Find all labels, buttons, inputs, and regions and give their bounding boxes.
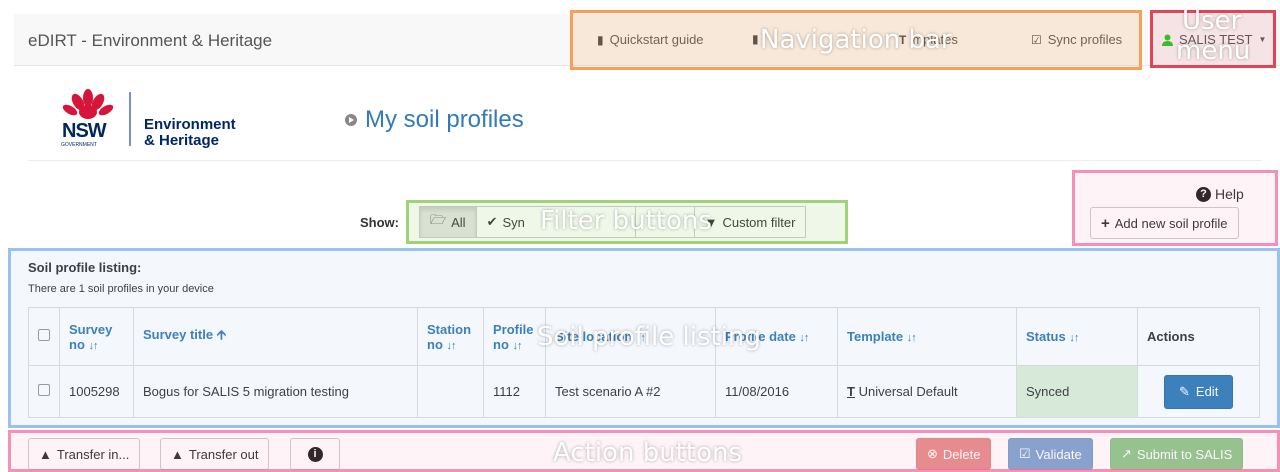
listing-subtitle: There are 1 soil profiles in your device — [28, 283, 214, 295]
question-circle-icon: ? — [1196, 186, 1211, 202]
table-row: 1005298 Bogus for SALIS 5 migration test… — [28, 365, 1260, 418]
submit-label: Submit to SALIS — [1136, 446, 1233, 462]
filter-all-button[interactable]: 🗁 All — [419, 206, 477, 238]
sort-asc-icon: 🡩 — [216, 326, 227, 342]
help-link[interactable]: ? Help — [1196, 186, 1244, 202]
cell-profile-no: 1112 — [483, 365, 546, 418]
add-soil-profile-label: Add new soil profile — [1114, 215, 1228, 231]
info-icon: i — [307, 446, 323, 462]
external-link-icon: ↗ — [1121, 446, 1132, 461]
transfer-out-label: Transfer out — [188, 446, 259, 462]
cell-site-location: Test scenario A #2 — [545, 365, 716, 418]
filter-custom-label: Custom filter — [722, 214, 796, 230]
nav-sync-label: Sync profiles — [1047, 32, 1123, 47]
soil-profile-listing-annotation-label: Soil profile listing — [537, 322, 761, 352]
col-survey-no[interactable]: Survey no ↓↑ — [59, 307, 134, 366]
info-button[interactable]: i — [290, 438, 340, 470]
check-icon: ✔ — [486, 214, 498, 229]
sort-icon: ↓↑ — [906, 332, 917, 344]
transfer-in-button[interactable]: ▲ Transfer in... — [28, 438, 141, 470]
document-icon: ▮ — [752, 32, 759, 46]
add-soil-profile-button[interactable]: + Add new soil profile — [1090, 207, 1239, 239]
col-actions: Actions — [1137, 307, 1260, 366]
play-circle-icon — [345, 114, 357, 126]
template-name: Universal Default — [858, 384, 958, 399]
nav-sync[interactable]: ☑ Sync profiles — [1031, 32, 1122, 47]
cell-status: Synced — [1016, 365, 1138, 418]
transfer-out-button[interactable]: ▲ Transfer out — [160, 438, 270, 470]
action-buttons-annotation-label: Action buttons — [553, 438, 742, 468]
x-circle-icon: ⊗ — [927, 446, 938, 461]
nav-quickstart[interactable]: ▮ Quickstart guide — [597, 32, 704, 47]
user-menu-annotation-label-1: User — [1182, 6, 1242, 36]
check-square-icon: ☑ — [1019, 446, 1031, 461]
cell-actions: ✎ Edit — [1137, 365, 1260, 418]
folder-open-icon: 🗁 — [430, 212, 447, 227]
listing-title: Soil profile listing: — [28, 260, 142, 275]
edit-button[interactable]: ✎ Edit — [1164, 374, 1234, 409]
sort-icon: ↓↑ — [1069, 332, 1079, 344]
show-label: Show: — [360, 215, 399, 230]
cell-survey-no: 1005298 — [59, 365, 134, 418]
navbar: eDIRT - Environment & Heritage ▮ Quickst… — [14, 14, 1280, 66]
col-template[interactable]: Template ↓↑ — [837, 307, 1017, 366]
page-title-text: My soil profiles — [365, 106, 524, 133]
book-icon: ▮ — [597, 32, 604, 47]
logo-government-text: GOVERNMENT — [61, 142, 97, 148]
app-brand[interactable]: eDIRT - Environment & Heritage — [28, 31, 272, 51]
delete-button[interactable]: ⊗ Delete — [916, 438, 992, 470]
sort-icon: ↓↑ — [446, 339, 457, 352]
divider — [28, 160, 1262, 161]
filter-buttons-annotation-label: Filter buttons — [540, 206, 712, 236]
cell-profile-date: 11/08/2016 — [715, 365, 838, 418]
nav-quickstart-label: Quickstart guide — [609, 32, 704, 47]
sort-icon: ↓↑ — [799, 332, 809, 344]
cell-station-no — [417, 365, 484, 418]
delete-label: Delete — [942, 446, 981, 462]
logo-org-line1: Environment — [144, 116, 236, 133]
pencil-icon: ✎ — [1179, 383, 1190, 399]
validate-button[interactable]: ☑ Validate — [1008, 438, 1093, 470]
cell-survey-title: Bogus for SALIS 5 migration testing — [133, 365, 418, 418]
col-station-no[interactable]: Station no ↓↑ — [417, 307, 484, 366]
download-icon: ▲ — [171, 446, 184, 462]
nav-hidden-item[interactable]: ▮ — [752, 32, 759, 46]
col-status[interactable]: Status ↓↑ — [1016, 307, 1138, 366]
col-survey-title[interactable]: Survey title 🡩 — [133, 307, 418, 366]
user-menu-annotation-label-2: menu — [1176, 36, 1251, 66]
filter-synced-label: Syn — [502, 214, 525, 230]
sort-icon: ↓↑ — [512, 339, 523, 352]
plus-icon: + — [1101, 214, 1110, 232]
transfer-in-label: Transfer in... — [56, 446, 130, 462]
text-icon: T — [847, 384, 855, 399]
submit-to-salis-button[interactable]: ↗ Submit to SALIS — [1110, 438, 1244, 470]
navigation-bar-annotation-label: Navigation bar — [760, 25, 952, 55]
upload-icon: ▲ — [39, 446, 52, 462]
select-all-header — [28, 307, 60, 366]
select-all-checkbox[interactable] — [38, 329, 50, 341]
edit-label: Edit — [1195, 384, 1219, 399]
caret-down-icon: ▼ — [1258, 35, 1267, 44]
nsw-logo: NSW GOVERNMENT Environment & Heritage — [58, 88, 248, 149]
check-square-icon: ☑ — [1031, 32, 1042, 47]
sort-icon: ↓↑ — [88, 339, 99, 352]
user-icon — [1162, 34, 1173, 46]
validate-label: Validate — [1035, 446, 1082, 462]
cell-template: T Universal Default — [837, 365, 1017, 418]
logo-org-line2: & Heritage — [144, 132, 220, 149]
logo-nsw-text: NSW — [62, 120, 107, 142]
page-title: My soil profiles — [345, 106, 524, 134]
help-label: Help — [1215, 186, 1244, 202]
row-checkbox[interactable] — [38, 384, 50, 396]
filter-all-label: All — [451, 214, 466, 230]
row-checkbox-cell — [28, 365, 60, 418]
